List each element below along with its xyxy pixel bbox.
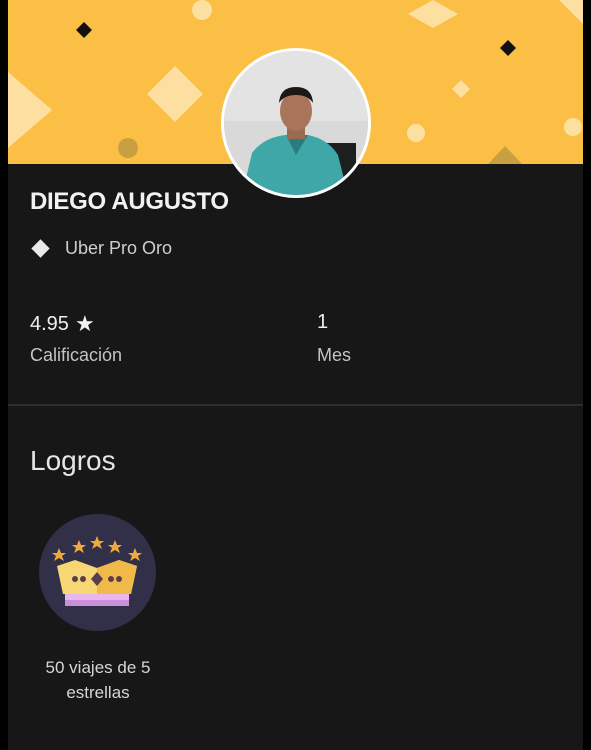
months-label: Mes [317,345,352,365]
section-divider [8,404,583,406]
achievements-title: Logros [30,445,116,476]
profile-avatar[interactable] [221,48,371,198]
achievement-badge[interactable] [39,514,156,631]
tier-row: Uber Pro Oro [30,238,172,259]
months-value: 1 [317,311,329,333]
crown-icon [52,536,142,606]
rating-label: Calificación [30,345,123,365]
profile-screen: DIEGO AUGUSTO Uber Pro Oro 4.95 ★ Califi… [8,0,583,750]
person-photo [224,51,368,195]
rating-stat: 4.95 ★ [30,311,95,337]
star-icon: ★ [74,311,95,336]
rating-value: 4.95 [30,312,69,335]
tier-label: Uber Pro Oro [65,238,173,258]
diamond-icon [31,239,50,258]
achievement-label: 50 viajes de 5 estrellas [45,658,151,702]
months-stat: 1 [317,311,328,334]
driver-name: DIEGO AUGUSTO [30,188,229,215]
